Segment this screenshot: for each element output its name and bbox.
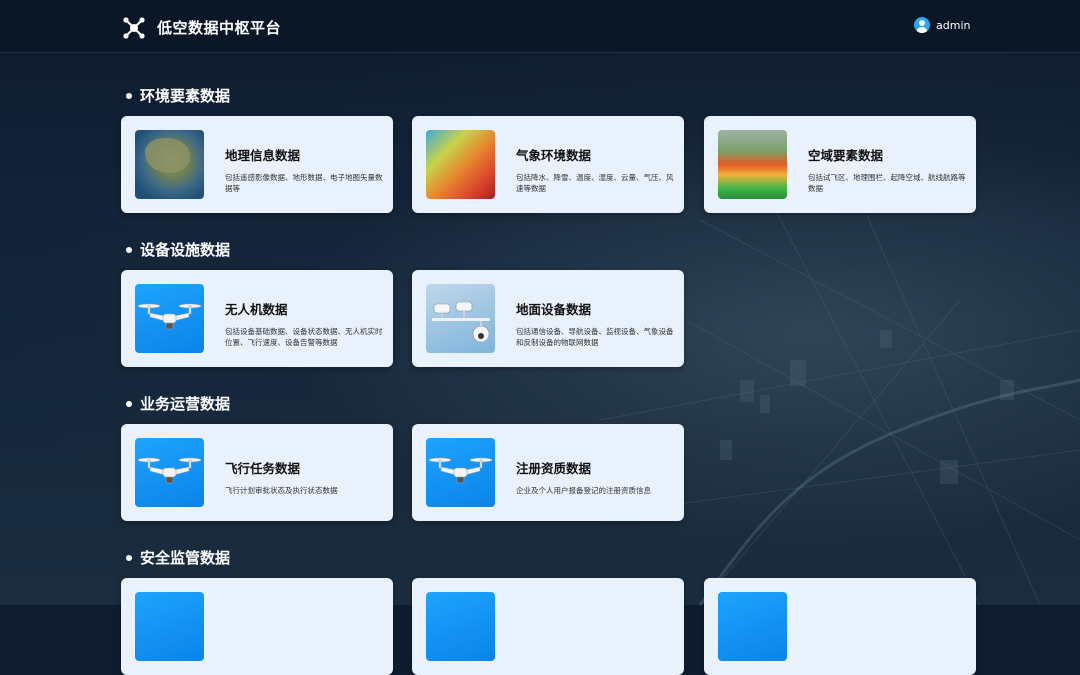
bullet-icon [126, 554, 132, 561]
drone-image [135, 284, 204, 353]
card-description: 包括通信设备、导航设备、监视设备、气象设备和反制设备的物联网数据 [516, 327, 674, 347]
card-title: 气象环境数据 [516, 148, 592, 163]
bullet-icon [126, 92, 132, 99]
bullet-icon [126, 246, 132, 253]
card-title: 无人机数据 [225, 302, 288, 317]
card-geographic-data[interactable]: 地理信息数据 包括遥感影像数据、地形数据、电子地图矢量数据等 [121, 116, 393, 213]
camera-image [426, 284, 495, 353]
card-description: 包括设备基础数据、设备状态数据、无人机实时位置、飞行速度、设备告警等数据 [225, 327, 383, 347]
card-description: 包括遥感影像数据、地形数据、电子地图矢量数据等 [225, 173, 383, 193]
card-title: 空域要素数据 [808, 148, 884, 163]
user-menu[interactable]: admin [914, 17, 970, 33]
drone-image [426, 592, 495, 661]
user-avatar-icon[interactable] [914, 17, 930, 33]
card-ground-equipment-data[interactable]: 地面设备数据 包括通信设备、导航设备、监视设备、气象设备和反制设备的物联网数据 [412, 270, 684, 367]
top-bar: 低空数据中枢平台 admin [0, 0, 1080, 53]
card-description: 企业及个人用户报备登记的注册资质信息 [516, 486, 651, 495]
section-title-environment: 环境要素数据 [126, 85, 230, 106]
network-logo-icon [123, 17, 145, 39]
airspace-map-image [718, 130, 787, 199]
drone-image [135, 438, 204, 507]
weather-heatmap-image [426, 130, 495, 199]
card-title: 飞行任务数据 [225, 461, 301, 476]
section-title-operations: 业务运营数据 [126, 393, 230, 414]
card-description: 包括试飞区、地理围栏、起降空域、航线航路等数据 [808, 173, 966, 193]
section-title-safety: 安全监管数据 [126, 547, 230, 568]
username[interactable]: admin [936, 19, 970, 32]
card-drone-data[interactable]: 无人机数据 包括设备基础数据、设备状态数据、无人机实时位置、飞行速度、设备告警等… [121, 270, 393, 367]
card-title: 地理信息数据 [225, 148, 301, 163]
card-title: 地面设备数据 [516, 302, 592, 317]
card-flight-task-data[interactable]: 飞行任务数据 飞行计划审批状态及执行状态数据 [121, 424, 393, 521]
card-safety-1[interactable] [121, 578, 393, 675]
card-weather-data[interactable]: 气象环境数据 包括降水、降雪、温度、湿度、云量、气压、风速等数据 [412, 116, 684, 213]
card-title: 注册资质数据 [516, 461, 592, 476]
section-title-equipment: 设备设施数据 [126, 239, 230, 260]
card-registration-data[interactable]: 注册资质数据 企业及个人用户报备登记的注册资质信息 [412, 424, 684, 521]
card-airspace-data[interactable]: 空域要素数据 包括试飞区、地理围栏、起降空域、航线航路等数据 [704, 116, 976, 213]
bullet-icon [126, 400, 132, 407]
card-safety-3[interactable] [704, 578, 976, 675]
card-safety-2[interactable] [412, 578, 684, 675]
platform-title: 低空数据中枢平台 [157, 19, 282, 37]
drone-image [135, 592, 204, 661]
card-description: 包括降水、降雪、温度、湿度、云量、气压、风速等数据 [516, 173, 674, 193]
card-description: 飞行计划审批状态及执行状态数据 [225, 486, 338, 495]
drone-image [426, 438, 495, 507]
drone-image [718, 592, 787, 661]
satellite-map-image [135, 130, 204, 199]
